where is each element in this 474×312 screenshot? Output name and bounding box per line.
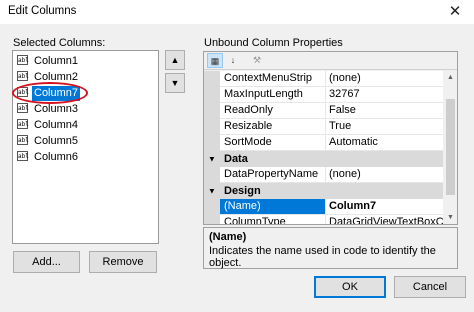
column-list-item[interactable]: abl Column1: [17, 54, 157, 69]
column-name: Column6: [34, 151, 79, 163]
property-name: SortMode: [220, 135, 326, 151]
property-rows[interactable]: ContextMenuStrip (none) MaxInputLength 3276…: [204, 71, 443, 224]
cancel-button[interactable]: Cancel: [394, 276, 466, 298]
property-row[interactable]: (Name) Column7: [204, 199, 443, 215]
property-name: (Name): [220, 199, 326, 215]
property-value[interactable]: Automatic: [326, 135, 443, 151]
textbox-column-icon: abl: [17, 103, 29, 113]
close-icon[interactable]: ✕: [440, 1, 470, 23]
row-gutter: [204, 103, 220, 119]
property-value[interactable]: False: [326, 103, 443, 119]
selected-columns-label: Selected Columns:: [13, 37, 106, 49]
property-value[interactable]: DataGridViewTextBoxColum: [326, 215, 443, 224]
unbound-properties-label: Unbound Column Properties: [204, 37, 343, 49]
row-gutter: [204, 167, 220, 183]
help-title: (Name): [209, 231, 247, 243]
move-down-button[interactable]: ▼: [165, 73, 185, 93]
up-arrow-icon: ▲: [170, 55, 180, 65]
column-name: Column4: [34, 119, 79, 131]
column-list-item[interactable]: abl Column3: [17, 102, 157, 117]
row-gutter: [204, 119, 220, 135]
column-name: Column5: [34, 135, 79, 147]
property-row[interactable]: DataPropertyName (none): [204, 167, 443, 183]
property-name: ReadOnly: [220, 103, 326, 119]
property-value[interactable]: True: [326, 119, 443, 135]
property-value[interactable]: Column7: [326, 199, 443, 215]
property-category[interactable]: ▲ Design: [204, 183, 443, 199]
property-value[interactable]: (none): [326, 167, 443, 183]
row-gutter: [204, 87, 220, 103]
property-grid-toolbar: ▦ ↓ ⚒: [204, 52, 457, 70]
remove-button[interactable]: Remove: [89, 251, 157, 273]
move-up-button[interactable]: ▲: [165, 50, 185, 70]
category-label: Data: [224, 153, 248, 165]
property-name: MaxInputLength: [220, 87, 326, 103]
categorized-icon[interactable]: ▦: [207, 53, 223, 68]
down-arrow-icon: ▼: [170, 78, 180, 88]
textbox-column-icon: abl: [17, 55, 29, 65]
property-name: ContextMenuStrip: [220, 71, 326, 87]
property-name: ColumnType: [220, 215, 326, 224]
textbox-column-icon: abl: [17, 71, 29, 81]
column-name: Column3: [34, 103, 79, 115]
property-scrollbar[interactable]: ▲ ▼: [444, 71, 457, 224]
selected-columns-list[interactable]: abl Column1 abl Column2 abl Column7 abl Column3…: [12, 50, 159, 244]
column-list-item[interactable]: abl Column5: [17, 134, 157, 149]
row-gutter: [204, 135, 220, 151]
annotation-circle: [12, 82, 88, 104]
collapse-icon[interactable]: ▲: [208, 151, 216, 167]
property-row[interactable]: MaxInputLength 32767: [204, 87, 443, 103]
ok-button[interactable]: OK: [314, 276, 386, 298]
property-row[interactable]: Resizable True: [204, 119, 443, 135]
category-label: Design: [224, 185, 261, 197]
property-pages-icon[interactable]: ⚒: [249, 53, 265, 68]
scroll-thumb[interactable]: [446, 99, 455, 195]
column-list-item[interactable]: abl Column4: [17, 118, 157, 133]
property-name: DataPropertyName: [220, 167, 326, 183]
property-category[interactable]: ▲ Data: [204, 151, 443, 167]
property-value[interactable]: 32767: [326, 87, 443, 103]
collapse-icon[interactable]: ▲: [208, 183, 216, 199]
property-row[interactable]: ContextMenuStrip (none): [204, 71, 443, 87]
add-button[interactable]: Add...: [13, 251, 80, 273]
textbox-column-icon: abl: [17, 135, 29, 145]
property-value[interactable]: (none): [326, 71, 443, 87]
help-text: Indicates the name used in code to ident…: [209, 245, 436, 269]
scroll-up-icon[interactable]: ▲: [444, 71, 457, 84]
textbox-column-icon: abl: [17, 151, 29, 161]
alphabetical-icon[interactable]: ↓: [225, 53, 241, 68]
column-list-item[interactable]: abl Column6: [17, 150, 157, 165]
window-title: Edit Columns: [8, 5, 77, 17]
textbox-column-icon: abl: [17, 119, 29, 129]
property-row[interactable]: SortMode Automatic: [204, 135, 443, 151]
property-row[interactable]: ReadOnly False: [204, 103, 443, 119]
property-name: Resizable: [220, 119, 326, 135]
row-gutter: [204, 199, 220, 215]
property-grid: ▦ ↓ ⚒ ContextMenuStrip (none) MaxInputLeng…: [203, 51, 458, 225]
property-row[interactable]: ColumnTypeDataGridViewTextBoxColum: [204, 215, 443, 224]
column-name: Column1: [34, 55, 79, 67]
row-gutter: [204, 215, 220, 224]
help-panel: (Name) Indicates the name used in code t…: [203, 227, 458, 269]
scroll-down-icon[interactable]: ▼: [444, 211, 457, 224]
row-gutter: [204, 71, 220, 87]
